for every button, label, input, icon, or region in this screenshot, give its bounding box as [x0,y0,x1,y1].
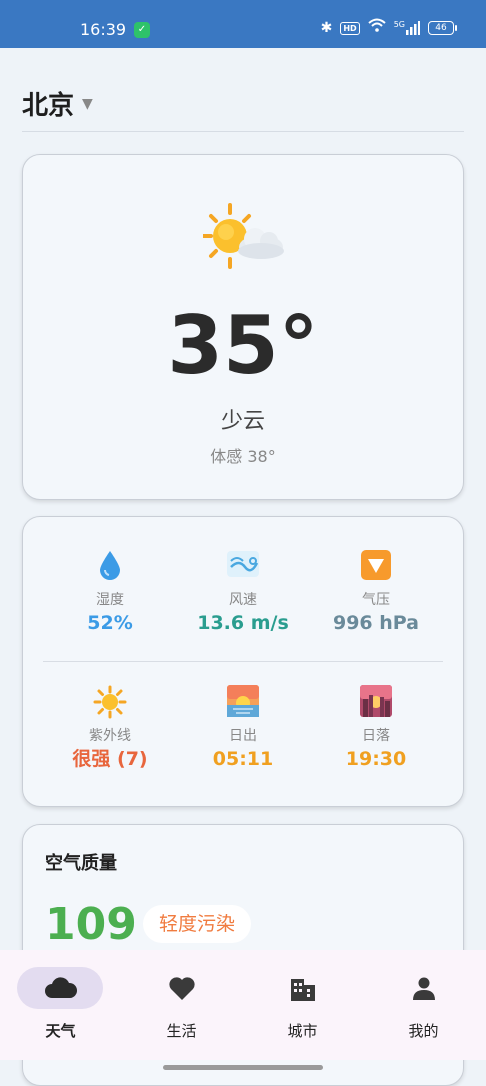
nav-label-life: 生活 [166,1022,197,1040]
heart-icon [121,970,242,1006]
uv-index-value: 很强 (7) [72,748,148,770]
droplet-icon [37,549,183,585]
nav-tab-life[interactable]: 生活 [121,950,242,1060]
home-indicator[interactable] [163,1065,323,1070]
sunrise-value: 05:11 [212,748,274,770]
nav-tab-profile[interactable]: 我的 [363,950,484,1060]
nav-tab-weather[interactable]: 天气 [0,950,121,1060]
pressure-value: 996 hPa [332,612,420,634]
uv-index-item: 紫外线 很强 (7) [37,685,183,771]
pressure-icon [303,549,449,585]
battery-icon: 46 [428,21,457,35]
uv-index-label: 紫外线 [89,728,131,744]
current-weather-card: 35° 少云 体感 38° [22,154,464,500]
nav-tab-city[interactable]: 城市 [242,950,363,1060]
aqi-value: 109 [45,899,137,950]
status-bar: 16:39 ✓ ✱ HD 5G 46 [0,0,486,48]
sunset-item: 日落 19:30 [303,685,449,771]
sunrise-icon [170,685,316,721]
city-selector[interactable]: 北京 ▼ [22,86,93,121]
network-type-label: 5G [393,20,405,29]
nav-label-city: 城市 [287,1022,318,1040]
weather-condition: 少云 [220,409,265,434]
battery-level: 46 [435,23,447,33]
wind-speed-value: 13.6 m/s [197,612,289,634]
details-divider [43,661,443,662]
air-quality-title: 空气质量 [45,853,117,874]
cloud-icon [0,970,121,1006]
sunrise-label: 日出 [229,728,257,744]
sunrise-item: 日出 05:11 [170,685,316,771]
humidity-value: 52% [87,612,133,634]
sun-behind-cloud-icon [201,203,285,273]
city-icon [242,970,363,1006]
nav-label-weather: 天气 [45,1022,76,1040]
humidity-label: 湿度 [96,592,124,608]
pressure-label: 气压 [362,592,390,608]
sunset-value: 19:30 [345,748,407,770]
shield-icon: ✓ [134,22,150,38]
person-icon [363,970,484,1006]
wind-speed-item: 风速 13.6 m/s [170,549,316,635]
sun-icon [37,685,183,721]
wind-icon [170,549,316,585]
current-temperature: 35° [167,299,319,392]
weather-details-card: 湿度 52% 风速 13.6 m/s 气压 996 hPa 紫外线 很强 (7)… [22,516,464,807]
wind-speed-label: 风速 [229,592,257,608]
sunset-label: 日落 [362,728,390,744]
status-indicators: ✱ HD 5G 46 [320,18,457,38]
sunset-icon [303,685,449,721]
city-name: 北京 [22,90,75,121]
hd-icon: HD [340,21,360,35]
bluetooth-icon: ✱ [320,20,333,36]
bottom-navigation: 天气 生活 城市 我的 [0,950,486,1060]
humidity-item: 湿度 52% [37,549,183,635]
header-divider [22,131,464,132]
nav-label-profile: 我的 [408,1022,439,1040]
aqi-level-badge: 轻度污染 [143,905,252,943]
status-time: 16:39 [80,20,127,39]
wifi-icon [368,18,386,38]
signal-icon: 5G [394,21,420,35]
pressure-item: 气压 996 hPa [303,549,449,635]
feels-like-temperature: 体感 38° [210,447,276,466]
dropdown-caret-icon: ▼ [82,96,93,112]
